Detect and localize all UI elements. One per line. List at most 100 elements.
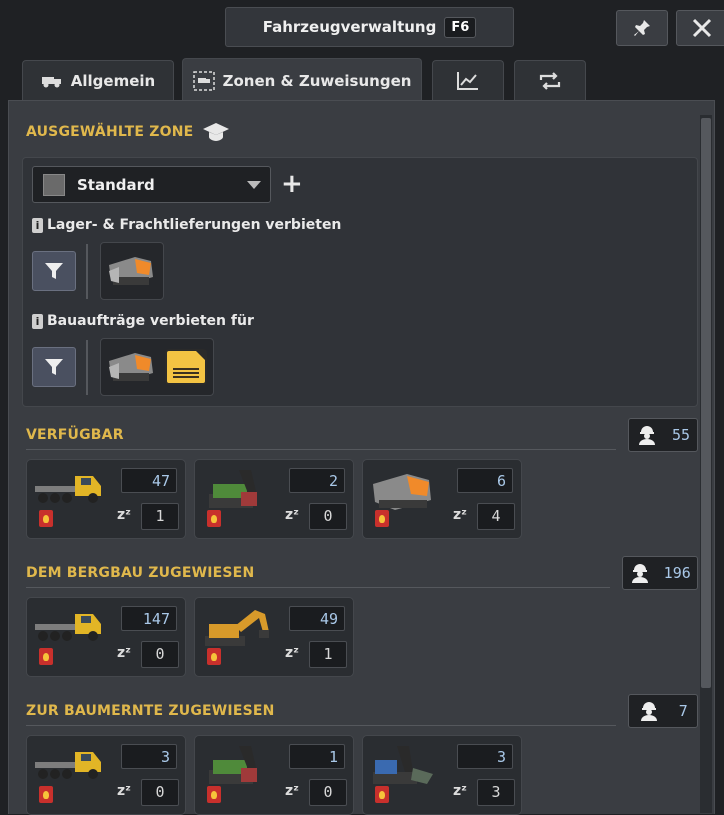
- zone-dropdown[interactable]: Standard: [32, 166, 271, 203]
- vehicle-card-truck[interactable]: 3 zᶻ 0: [26, 735, 186, 815]
- workers-count-badge[interactable]: 196: [622, 556, 698, 590]
- hotkey-badge: F6: [444, 16, 477, 38]
- vehicle-count: 6: [457, 468, 513, 493]
- window-title: Fahrzeugverwaltung: [262, 18, 437, 36]
- add-zone-button[interactable]: +: [281, 171, 303, 197]
- divider: [86, 244, 88, 299]
- truck-icon: [31, 742, 107, 788]
- tab-statistics[interactable]: [432, 60, 504, 101]
- scrollbar-thumb[interactable]: [701, 118, 711, 688]
- idle-icon: zᶻ: [285, 783, 299, 799]
- tab-allgemein[interactable]: Allgemein: [22, 60, 174, 101]
- vehicle-card-excavator-green[interactable]: 2 zᶻ 0: [194, 459, 354, 539]
- dozer-icon: [109, 257, 153, 285]
- fuel-icon: [375, 786, 389, 803]
- truck-icon: [31, 604, 107, 650]
- info-icon[interactable]: i: [32, 313, 43, 329]
- tab-label: Zonen & Zuweisungen: [222, 72, 412, 90]
- construction-vehicle-slot[interactable]: [100, 338, 214, 396]
- workers-count: 196: [663, 564, 691, 582]
- idle-count: 0: [141, 641, 179, 668]
- fuel-icon: [375, 510, 389, 527]
- repeat-icon: [539, 72, 561, 90]
- close-button[interactable]: [676, 10, 724, 46]
- idle-count: 0: [141, 779, 179, 806]
- vehicle-count: 2: [289, 468, 345, 493]
- fuel-icon: [39, 786, 53, 803]
- storage-vehicle-slot[interactable]: [100, 242, 164, 300]
- info-icon[interactable]: i: [32, 217, 43, 233]
- idle-count: 1: [309, 641, 347, 668]
- idle-icon: zᶻ: [117, 645, 131, 661]
- tab-label: Allgemein: [70, 72, 156, 90]
- vehicle-card-excavator-green[interactable]: 1 zᶻ 0: [194, 735, 354, 815]
- idle-icon: zᶻ: [285, 507, 299, 523]
- section-title: DEM BERGBAU ZUGEWIESEN: [26, 565, 255, 581]
- workers-count-badge[interactable]: 7: [628, 694, 698, 728]
- filter-icon: [45, 263, 63, 279]
- workers-count: 7: [678, 702, 688, 720]
- vehicle-card-truck[interactable]: 47 zᶻ 1: [26, 459, 186, 539]
- worker-icon: [638, 426, 655, 445]
- fuel-icon: [207, 648, 221, 665]
- graduation-cap-icon[interactable]: [202, 121, 230, 143]
- truck-icon: [41, 77, 61, 88]
- fuel-icon: [207, 786, 221, 803]
- storage-filter-button[interactable]: [32, 251, 76, 291]
- workers-count-badge[interactable]: 55: [628, 418, 698, 452]
- fuel-icon: [39, 648, 53, 665]
- idle-icon: zᶻ: [285, 645, 299, 661]
- selected-zone-title: AUSGEWÄHLTE ZONE: [26, 124, 194, 140]
- section-divider: [26, 725, 616, 726]
- vehicle-count: 3: [457, 744, 513, 769]
- vehicle-card-tree-harvester[interactable]: 3 zᶻ 3: [362, 735, 522, 815]
- worker-icon: [632, 564, 649, 583]
- idle-count: 3: [477, 779, 515, 806]
- fuel-icon: [207, 510, 221, 527]
- chart-icon: [457, 72, 478, 90]
- vehicle-count: 49: [289, 606, 345, 631]
- idle-icon: zᶻ: [453, 783, 467, 799]
- idle-count: 4: [477, 503, 515, 530]
- tab-routes[interactable]: [514, 60, 586, 101]
- vehicle-count: 47: [121, 468, 177, 493]
- storage-restriction-text: Lager- & Frachtlieferungen verbieten: [47, 217, 342, 233]
- idle-count: 0: [309, 503, 347, 530]
- construction-restriction-label: i Bauaufträge verbieten für: [32, 313, 254, 329]
- truck-icon: [31, 466, 107, 512]
- close-icon: [692, 18, 712, 38]
- zone-truck-icon: [192, 71, 215, 91]
- fuel-icon: [39, 510, 53, 527]
- idle-icon: zᶻ: [117, 783, 131, 799]
- vehicle-count: 147: [121, 606, 177, 631]
- vehicle-card-truck[interactable]: 147 zᶻ 0: [26, 597, 186, 677]
- worker-icon: [641, 702, 658, 721]
- idle-icon: zᶻ: [453, 507, 467, 523]
- pin-icon: [634, 20, 650, 36]
- storage-restriction-label: i Lager- & Frachtlieferungen verbieten: [32, 217, 341, 233]
- pin-button[interactable]: [616, 10, 668, 46]
- section-title: ZUR BAUMERNTE ZUGEWIESEN: [26, 703, 275, 719]
- vehicle-count: 1: [289, 744, 345, 769]
- terrain-icon: [165, 349, 207, 385]
- section-title: VERFÜGBAR: [26, 427, 124, 443]
- dozer-icon: [109, 353, 153, 381]
- filter-icon: [45, 359, 63, 375]
- vehicle-card-dozer[interactable]: 6 zᶻ 4: [362, 459, 522, 539]
- window-title-bar: Fahrzeugverwaltung F6: [225, 7, 514, 47]
- idle-count: 0: [309, 779, 347, 806]
- vehicle-card-excavator-yellow[interactable]: 49 zᶻ 1: [194, 597, 354, 677]
- chevron-down-icon: [247, 180, 261, 189]
- section-divider: [26, 587, 610, 588]
- idle-icon: zᶻ: [117, 507, 131, 523]
- construction-filter-button[interactable]: [32, 347, 76, 387]
- construction-restriction-text: Bauaufträge verbieten für: [47, 313, 254, 329]
- workers-count: 55: [671, 426, 691, 444]
- section-divider: [26, 449, 616, 450]
- vehicle-count: 3: [121, 744, 177, 769]
- tab-zonen-zuweisungen[interactable]: Zonen & Zuweisungen: [182, 58, 422, 103]
- zone-dropdown-value: Standard: [77, 175, 155, 194]
- divider: [86, 340, 88, 395]
- idle-count: 1: [141, 503, 179, 530]
- zone-color-swatch: [43, 173, 65, 196]
